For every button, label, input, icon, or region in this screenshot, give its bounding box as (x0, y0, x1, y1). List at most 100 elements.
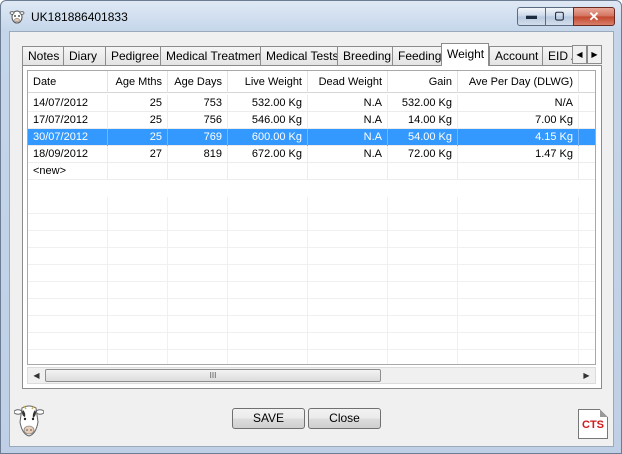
cell-empty (228, 163, 308, 180)
grid-blank-row (28, 282, 595, 299)
grid-rows: 14/07/2012 25 753 532.00 Kg N.A 532.00 K… (28, 95, 595, 180)
cell-dead-weight: N.A (308, 146, 388, 163)
grid-blank-row (28, 350, 595, 364)
grid-blank-row (28, 333, 595, 350)
grid-blank-row (28, 197, 595, 214)
cow-app-icon (9, 10, 25, 24)
grid-blank-row (28, 299, 595, 316)
column-header-ave-per-day[interactable]: Ave Per Day (DLWG) (458, 71, 579, 93)
weight-grid[interactable]: Date Age Mths Age Days Live Weight Dead … (27, 70, 596, 365)
tab-scroll-left-button[interactable]: ◀ (572, 45, 587, 64)
cell-dead-weight: N.A (308, 95, 388, 112)
cell-live-weight: 532.00 Kg (228, 95, 308, 112)
new-row[interactable]: <new> (28, 163, 595, 180)
column-header-age-days[interactable]: Age Days (168, 71, 228, 93)
cell-age-days: 756 (168, 112, 228, 129)
window: UK181886401833 ▬ ▢ ✕ Notes Diary Pedigre… (0, 0, 622, 454)
cts-logo: CTS (578, 409, 608, 439)
cell-gain: 14.00 Kg (388, 112, 458, 129)
cell-date: 30/07/2012 (28, 129, 108, 146)
tab-account[interactable]: Account (489, 46, 542, 65)
table-row[interactable]: 18/09/2012 27 819 672.00 Kg N.A 72.00 Kg… (28, 146, 595, 163)
scroll-left-button[interactable]: ◀ (28, 368, 45, 383)
cell-ave-per-day: 1.47 Kg (458, 146, 579, 163)
triangle-right-icon: ▶ (591, 50, 598, 59)
table-row-selected[interactable]: 30/07/2012 25 769 600.00 Kg N.A 54.00 Kg… (28, 129, 595, 146)
close-icon: ✕ (588, 9, 600, 24)
new-row-label: <new> (28, 163, 108, 180)
close-window-button[interactable]: ✕ (573, 7, 615, 26)
grid-blank-row (28, 231, 595, 248)
maximize-button[interactable]: ▢ (545, 7, 573, 26)
cell-filler (579, 129, 595, 146)
cell-date: 18/09/2012 (28, 146, 108, 163)
tab-medical-treatment[interactable]: Medical Treatment (160, 46, 265, 65)
cell-age-days: 819 (168, 146, 228, 163)
close-button[interactable]: Close (308, 408, 381, 429)
grid-blank-row (28, 316, 595, 333)
dialog-client-area: Notes Diary Pedigree Medical Treatment M… (9, 31, 614, 447)
grid-blank-row (28, 248, 595, 265)
triangle-left-icon: ◀ (33, 371, 40, 380)
cell-live-weight: 672.00 Kg (228, 146, 308, 163)
tab-pedigree[interactable]: Pedigree (105, 46, 160, 65)
minimize-icon: ▬ (526, 10, 537, 22)
column-header-live-weight[interactable]: Live Weight (228, 71, 308, 93)
cell-age-mths: 25 (108, 112, 168, 129)
window-title: UK181886401833 (31, 10, 128, 24)
grid-blank-row (28, 265, 595, 282)
cell-dead-weight: N.A (308, 112, 388, 129)
cell-gain: 54.00 Kg (388, 129, 458, 146)
cell-dead-weight: N.A (308, 129, 388, 146)
grid-empty-area (28, 197, 595, 364)
tab-breeding[interactable]: Breeding (337, 46, 392, 65)
cell-ave-per-day: N/A (458, 95, 579, 112)
horizontal-scrollbar[interactable]: ◀ III ▶ (27, 367, 596, 384)
tab-strip: Notes Diary Pedigree Medical Treatment M… (22, 43, 612, 66)
cell-empty (308, 163, 388, 180)
tab-medical-tests[interactable]: Medical Tests (260, 46, 338, 65)
cell-live-weight: 600.00 Kg (228, 129, 308, 146)
cell-empty (108, 163, 168, 180)
tab-diary[interactable]: Diary (63, 46, 105, 65)
cell-ave-per-day: 4.15 Kg (458, 129, 579, 146)
tab-scroll-right-button[interactable]: ▶ (587, 45, 602, 64)
tab-eid[interactable]: EID / (542, 46, 575, 65)
table-row[interactable]: 17/07/2012 25 756 546.00 Kg N.A 14.00 Kg… (28, 112, 595, 129)
column-header-age-mths[interactable]: Age Mths (108, 71, 168, 93)
tab-feeding[interactable]: Feeding (392, 46, 441, 65)
cell-age-mths: 27 (108, 146, 168, 163)
cell-filler (579, 112, 595, 129)
weight-tab-panel: Date Age Mths Age Days Live Weight Dead … (22, 65, 602, 389)
cell-age-mths: 25 (108, 129, 168, 146)
triangle-left-icon: ◀ (576, 50, 583, 59)
column-header-dead-weight[interactable]: Dead Weight (308, 71, 388, 93)
grid-blank-row (28, 214, 595, 231)
cell-live-weight: 546.00 Kg (228, 112, 308, 129)
window-controls: ▬ ▢ ✕ (517, 7, 615, 27)
cell-age-mths: 25 (108, 95, 168, 112)
cow-icon (14, 405, 44, 437)
triangle-right-icon: ▶ (583, 371, 590, 380)
title-bar[interactable]: UK181886401833 ▬ ▢ ✕ (1, 1, 621, 31)
table-row[interactable]: 14/07/2012 25 753 532.00 Kg N.A 532.00 K… (28, 95, 595, 112)
maximize-icon: ▢ (554, 10, 565, 22)
cell-filler (579, 163, 595, 180)
minimize-button[interactable]: ▬ (517, 7, 545, 26)
tab-notes[interactable]: Notes (22, 46, 63, 65)
column-header-date[interactable]: Date (28, 71, 108, 93)
cell-empty (388, 163, 458, 180)
grid-header: Date Age Mths Age Days Live Weight Dead … (28, 71, 595, 93)
save-button[interactable]: SAVE (232, 408, 305, 429)
column-header-gain[interactable]: Gain (388, 71, 458, 93)
scroll-right-button[interactable]: ▶ (578, 368, 595, 383)
cell-gain: 532.00 Kg (388, 95, 458, 112)
cell-gain: 72.00 Kg (388, 146, 458, 163)
cell-age-days: 769 (168, 129, 228, 146)
column-header-filler (579, 71, 595, 93)
scrollbar-thumb[interactable]: III (45, 369, 381, 382)
cell-age-days: 753 (168, 95, 228, 112)
cell-empty (458, 163, 579, 180)
cell-filler (579, 95, 595, 112)
tab-weight[interactable]: Weight (441, 43, 489, 66)
